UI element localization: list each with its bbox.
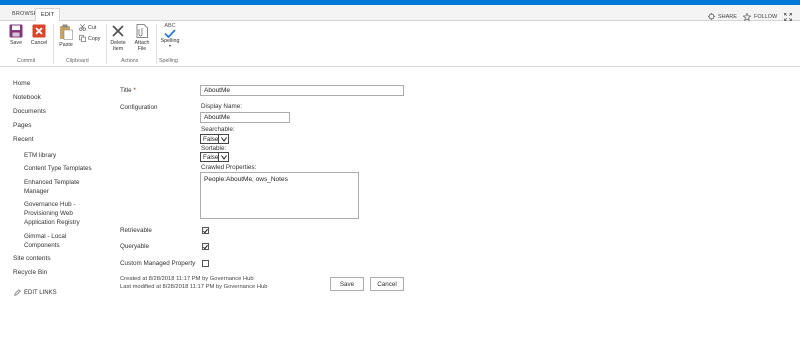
sortable-select[interactable]: False — [200, 152, 229, 162]
save-button[interactable]: Save — [330, 277, 364, 291]
checkmark-icon — [203, 228, 208, 233]
star-icon — [743, 13, 751, 21]
scissors-icon — [79, 24, 86, 31]
cancel-icon — [32, 24, 46, 38]
share-label: SHARE — [718, 13, 737, 20]
checkmark-icon — [203, 244, 208, 249]
attach-file-button[interactable]: Attach File — [132, 24, 152, 52]
ribbon-separator — [156, 24, 157, 64]
copy-button[interactable]: Copy — [79, 35, 100, 42]
share-button[interactable]: SHARE — [708, 13, 737, 20]
queryable-checkbox[interactable] — [202, 243, 209, 250]
ribbon-separator — [53, 24, 54, 64]
nav-home[interactable]: Home — [13, 80, 30, 87]
nav-recent-item[interactable]: Content Type Templates — [24, 164, 99, 173]
save-ribbon-button[interactable]: Save — [6, 24, 26, 46]
required-marker: * — [133, 87, 136, 94]
chevron-down-icon — [218, 135, 228, 143]
group-label-clipboard: Clipboard — [66, 58, 89, 64]
searchable-select[interactable]: False — [200, 134, 229, 144]
nav-recycle-bin[interactable]: Recycle Bin — [13, 269, 47, 276]
ribbon-tabstrip: BROWSE EDIT SHARE FOLLOW — [0, 5, 800, 22]
paste-label: Paste — [59, 42, 73, 48]
paste-button[interactable]: Paste — [57, 24, 75, 48]
follow-label: FOLLOW — [754, 14, 778, 20]
display-name-input[interactable]: AboutMe — [200, 112, 290, 123]
delete-x-icon — [112, 25, 124, 37]
sortable-label: Sortable: — [201, 145, 227, 152]
ribbon-separator — [106, 24, 107, 64]
follow-button[interactable]: FOLLOW — [743, 13, 777, 21]
title-label-text: Title — [120, 87, 132, 94]
modified-info: Last modified at 8/28/2018 11:17 PM by G… — [120, 284, 268, 290]
group-label-spelling: Spelling — [159, 58, 178, 64]
custom-managed-property-checkbox[interactable] — [202, 260, 209, 267]
title-label: Title * — [120, 87, 136, 94]
crawled-properties-label: Crawled Properties: — [201, 164, 257, 171]
paste-icon — [60, 24, 73, 40]
spelling-button[interactable]: ABC Spelling ▾ — [159, 23, 181, 48]
attach-file-label: Attach File — [134, 40, 150, 52]
nav-notebook[interactable]: Notebook — [13, 94, 41, 101]
searchable-value: False — [203, 135, 219, 143]
copy-label: Copy — [88, 35, 101, 42]
edit-links-label: EDIT LINKS — [24, 289, 57, 296]
delete-item-label: Delete Item — [110, 40, 126, 52]
chevron-down-icon — [218, 153, 228, 161]
retrievable-checkbox[interactable] — [202, 227, 209, 234]
group-label-commit: Commit — [17, 58, 36, 64]
focus-icon — [784, 13, 792, 21]
tab-edit[interactable]: EDIT — [35, 8, 61, 22]
pencil-icon — [14, 289, 21, 296]
spelling-icon: ABC — [164, 23, 176, 29]
save-label: Save — [9, 40, 23, 46]
crawled-properties-textarea[interactable]: People:AboutMe, ows_Notes — [200, 172, 359, 219]
delete-item-button[interactable]: Delete Item — [108, 24, 128, 52]
configuration-label: Configuration — [120, 104, 158, 111]
nav-recent-item[interactable]: ETM library — [24, 151, 99, 160]
share-icon — [708, 13, 715, 20]
nav-recent-item[interactable]: Governance Hub - Provisioning Web Applic… — [24, 200, 99, 227]
edit-links-button[interactable]: EDIT LINKS — [14, 289, 57, 296]
searchable-label: Searchable: — [201, 126, 235, 133]
focus-on-content-button[interactable] — [784, 13, 792, 21]
nav-pages[interactable]: Pages — [13, 122, 31, 129]
group-label-actions: Actions — [121, 58, 139, 64]
cut-label: Cut — [88, 24, 97, 31]
ribbon: Save Cancel Commit Paste Cut Copy Clipbo… — [0, 21, 800, 67]
nav-site-contents[interactable]: Site contents — [13, 255, 51, 262]
display-name-label: Display Name: — [201, 103, 242, 110]
cancel-button[interactable]: Cancel — [370, 277, 404, 291]
nav-recent-item[interactable]: Gimmal - Local Components — [24, 232, 94, 250]
title-input[interactable]: AboutMe — [200, 85, 404, 96]
custom-managed-property-label: Custom Managed Property — [120, 260, 196, 267]
chevron-down-icon: ▾ — [168, 43, 171, 48]
copy-icon — [79, 35, 86, 42]
cancel-ribbon-button[interactable]: Cancel — [28, 24, 50, 46]
queryable-label: Queryable — [120, 243, 150, 250]
nav-recent-item[interactable]: Enhanced Template Manager — [24, 178, 94, 196]
cut-button[interactable]: Cut — [79, 24, 96, 31]
nav-recent: Recent — [13, 136, 34, 143]
checkmark-icon — [164, 29, 176, 38]
attach-file-icon — [136, 24, 148, 38]
sortable-value: False — [203, 153, 219, 161]
nav-documents[interactable]: Documents — [13, 108, 46, 115]
save-icon — [9, 24, 23, 38]
retrievable-label: Retrievable — [120, 227, 152, 234]
cancel-label: Cancel — [30, 40, 48, 46]
created-info: Created at 8/28/2018 11:17 PM by Governa… — [120, 276, 254, 282]
